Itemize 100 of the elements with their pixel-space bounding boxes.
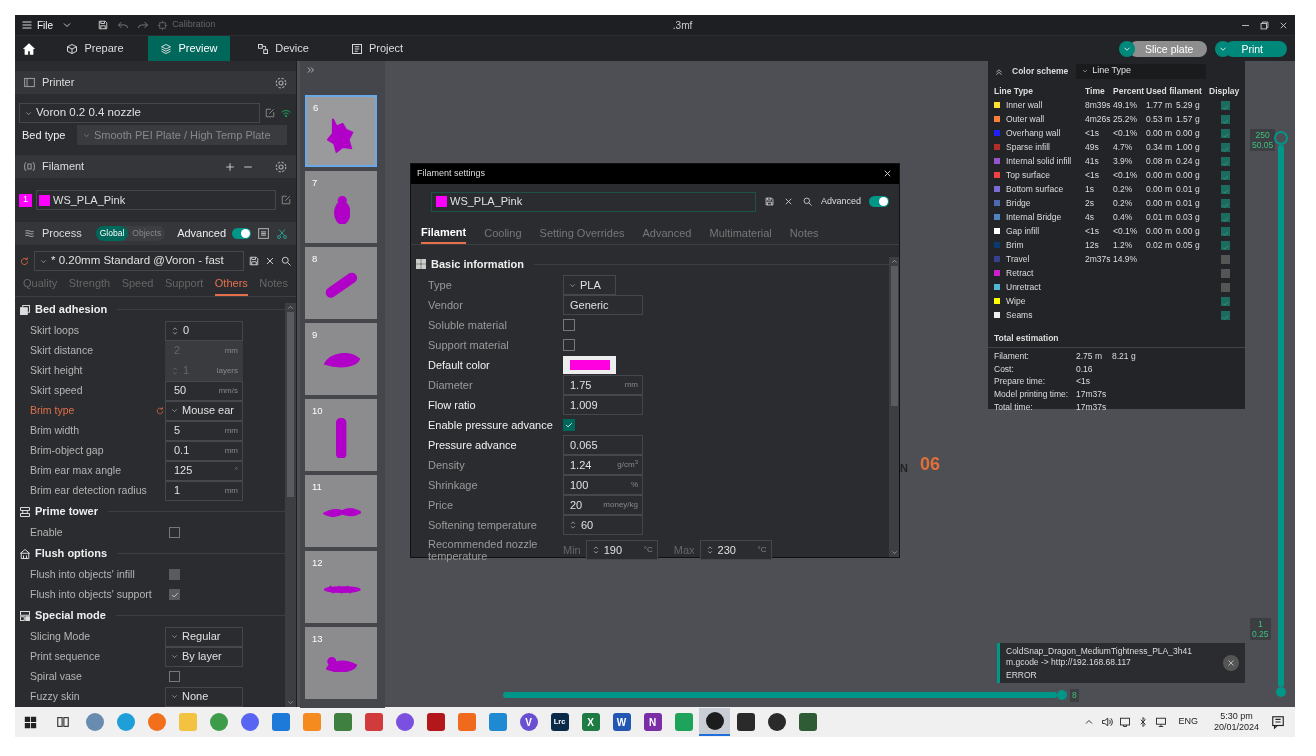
- preset-dropdown[interactable]: * 0.20mm Standard @Voron - fast: [34, 251, 244, 271]
- dropdown-button[interactable]: [1118, 40, 1135, 57]
- toggle-switch[interactable]: [869, 196, 889, 207]
- dropdown[interactable]: Regular: [165, 626, 243, 647]
- home-icon[interactable]: [22, 41, 36, 56]
- save-icon[interactable]: [763, 196, 775, 207]
- slot-number: 1: [19, 193, 32, 207]
- display-checkbox[interactable]: [1221, 226, 1230, 236]
- wifi-icon[interactable]: [280, 107, 292, 119]
- redo-icon[interactable]: [137, 19, 150, 31]
- preset-field[interactable]: WS_PLA_Pink: [431, 191, 756, 212]
- display-checkbox[interactable]: [1221, 240, 1230, 250]
- display-checkbox[interactable]: [1221, 142, 1230, 152]
- edit-icon[interactable]: [280, 194, 292, 206]
- checkbox[interactable]: [169, 527, 180, 538]
- collapse-icon[interactable]: [306, 65, 316, 75]
- tab[interactable]: Preview: [148, 36, 230, 61]
- scope-toggle[interactable]: Global Objects: [95, 226, 166, 241]
- table-cell-text: 4m26s: [1085, 112, 1112, 126]
- input-field[interactable]: 125 °: [165, 460, 243, 481]
- input-field[interactable]: 20 money/kg: [563, 495, 643, 515]
- scissors-icon[interactable]: [276, 227, 288, 240]
- display-checkbox[interactable]: [1221, 296, 1230, 306]
- total-label: Prepare time:: [994, 375, 1047, 389]
- input-field[interactable]: 60: [563, 515, 643, 535]
- clock-date[interactable]: 20/01/2024: [1213, 722, 1259, 733]
- input-field[interactable]: 0.1 mm: [165, 440, 243, 461]
- language-indicator[interactable]: ENG: [1178, 715, 1198, 729]
- display-checkbox[interactable]: [1221, 310, 1230, 320]
- scroll-bar[interactable]: [889, 257, 899, 557]
- display-checkbox[interactable]: [1221, 156, 1230, 166]
- display-checkbox[interactable]: [1221, 268, 1230, 278]
- dropdown[interactable]: Mouse ear: [165, 400, 243, 421]
- monitor-icon[interactable]: [1119, 716, 1132, 728]
- line-type-name: Travel: [1006, 252, 1030, 266]
- display-checkbox[interactable]: [1221, 170, 1230, 180]
- settings-icon[interactable]: [274, 159, 288, 174]
- settings-tab[interactable]: Others: [214, 275, 248, 296]
- input-field[interactable]: 0: [165, 320, 243, 341]
- search-icon[interactable]: [280, 255, 292, 267]
- input-field[interactable]: 1.75 mm: [563, 375, 643, 395]
- input-field[interactable]: 190 °C: [585, 540, 658, 560]
- slider-handle[interactable]: [1057, 690, 1067, 700]
- edit-icon[interactable]: [264, 107, 276, 119]
- input-field[interactable]: 230 °C: [699, 540, 772, 560]
- checkbox[interactable]: [563, 419, 575, 431]
- input-field[interactable]: 50 mm/s: [165, 380, 243, 401]
- filament-dropdown[interactable]: WS_PLA_Pink: [36, 190, 276, 210]
- display-checkbox[interactable]: [1221, 100, 1230, 110]
- input-field[interactable]: 100 %: [563, 475, 643, 495]
- close-icon[interactable]: [264, 255, 276, 267]
- slider-handle[interactable]: [1276, 687, 1286, 697]
- windows-logo-icon[interactable]: [24, 715, 37, 729]
- task-view-icon[interactable]: [56, 715, 70, 729]
- add-icon[interactable]: [224, 160, 236, 173]
- display-checkbox[interactable]: [1221, 114, 1230, 124]
- save-icon[interactable]: [248, 255, 260, 267]
- tab[interactable]: Prepare: [54, 36, 136, 61]
- checkbox[interactable]: [169, 671, 180, 682]
- toggle-switch[interactable]: [232, 228, 251, 239]
- display-checkbox[interactable]: [1221, 212, 1230, 222]
- close-button[interactable]: [1223, 655, 1239, 671]
- checkbox[interactable]: [563, 339, 575, 351]
- search-icon[interactable]: [801, 196, 813, 207]
- settings-tab[interactable]: Filament: [421, 221, 467, 244]
- speaker-icon[interactable]: [1101, 716, 1114, 728]
- slider-handle[interactable]: [1274, 131, 1288, 145]
- clock-time[interactable]: 5:30 pm: [1220, 711, 1253, 722]
- input-field[interactable]: 5 mm: [165, 420, 243, 441]
- dropdown[interactable]: PLA: [563, 275, 616, 295]
- display-checkbox[interactable]: [1221, 282, 1230, 292]
- file-menu[interactable]: File: [21, 17, 54, 33]
- tab[interactable]: Project: [336, 36, 418, 61]
- undo-icon[interactable]: [117, 19, 130, 31]
- scheme-dropdown[interactable]: Line Type: [1076, 63, 1207, 79]
- color-picker[interactable]: [563, 356, 616, 374]
- tab[interactable]: Device: [242, 36, 324, 61]
- reset-icon[interactable]: [155, 405, 165, 416]
- dropdown[interactable]: By layer: [165, 646, 243, 667]
- settings-icon[interactable]: [274, 75, 288, 90]
- app-icon[interactable]: [699, 708, 730, 736]
- input-field[interactable]: Generic: [563, 295, 643, 315]
- save-icon[interactable]: [97, 19, 110, 31]
- display-checkbox[interactable]: [1221, 128, 1230, 138]
- preset-dropdown[interactable]: Voron 0.2 0.4 nozzle: [19, 103, 260, 123]
- display-checkbox[interactable]: [1221, 184, 1230, 194]
- dropdown[interactable]: None: [165, 686, 243, 707]
- scroll-bar[interactable]: [285, 302, 296, 707]
- network-icon[interactable]: [1155, 716, 1168, 728]
- notification-icon[interactable]: [1271, 715, 1285, 729]
- input-field[interactable]: 0.065: [563, 435, 643, 455]
- collapse-icon[interactable]: [994, 66, 1004, 76]
- display-checkbox[interactable]: [1221, 254, 1230, 264]
- display-checkbox[interactable]: [1221, 198, 1230, 208]
- restore-icon[interactable]: [1259, 19, 1270, 31]
- list-icon[interactable]: [257, 227, 270, 240]
- input-field[interactable]: 1.009: [563, 395, 643, 415]
- reset-icon[interactable]: [19, 255, 30, 267]
- checkbox[interactable]: [563, 319, 575, 331]
- input-field[interactable]: 1 mm: [165, 480, 243, 501]
